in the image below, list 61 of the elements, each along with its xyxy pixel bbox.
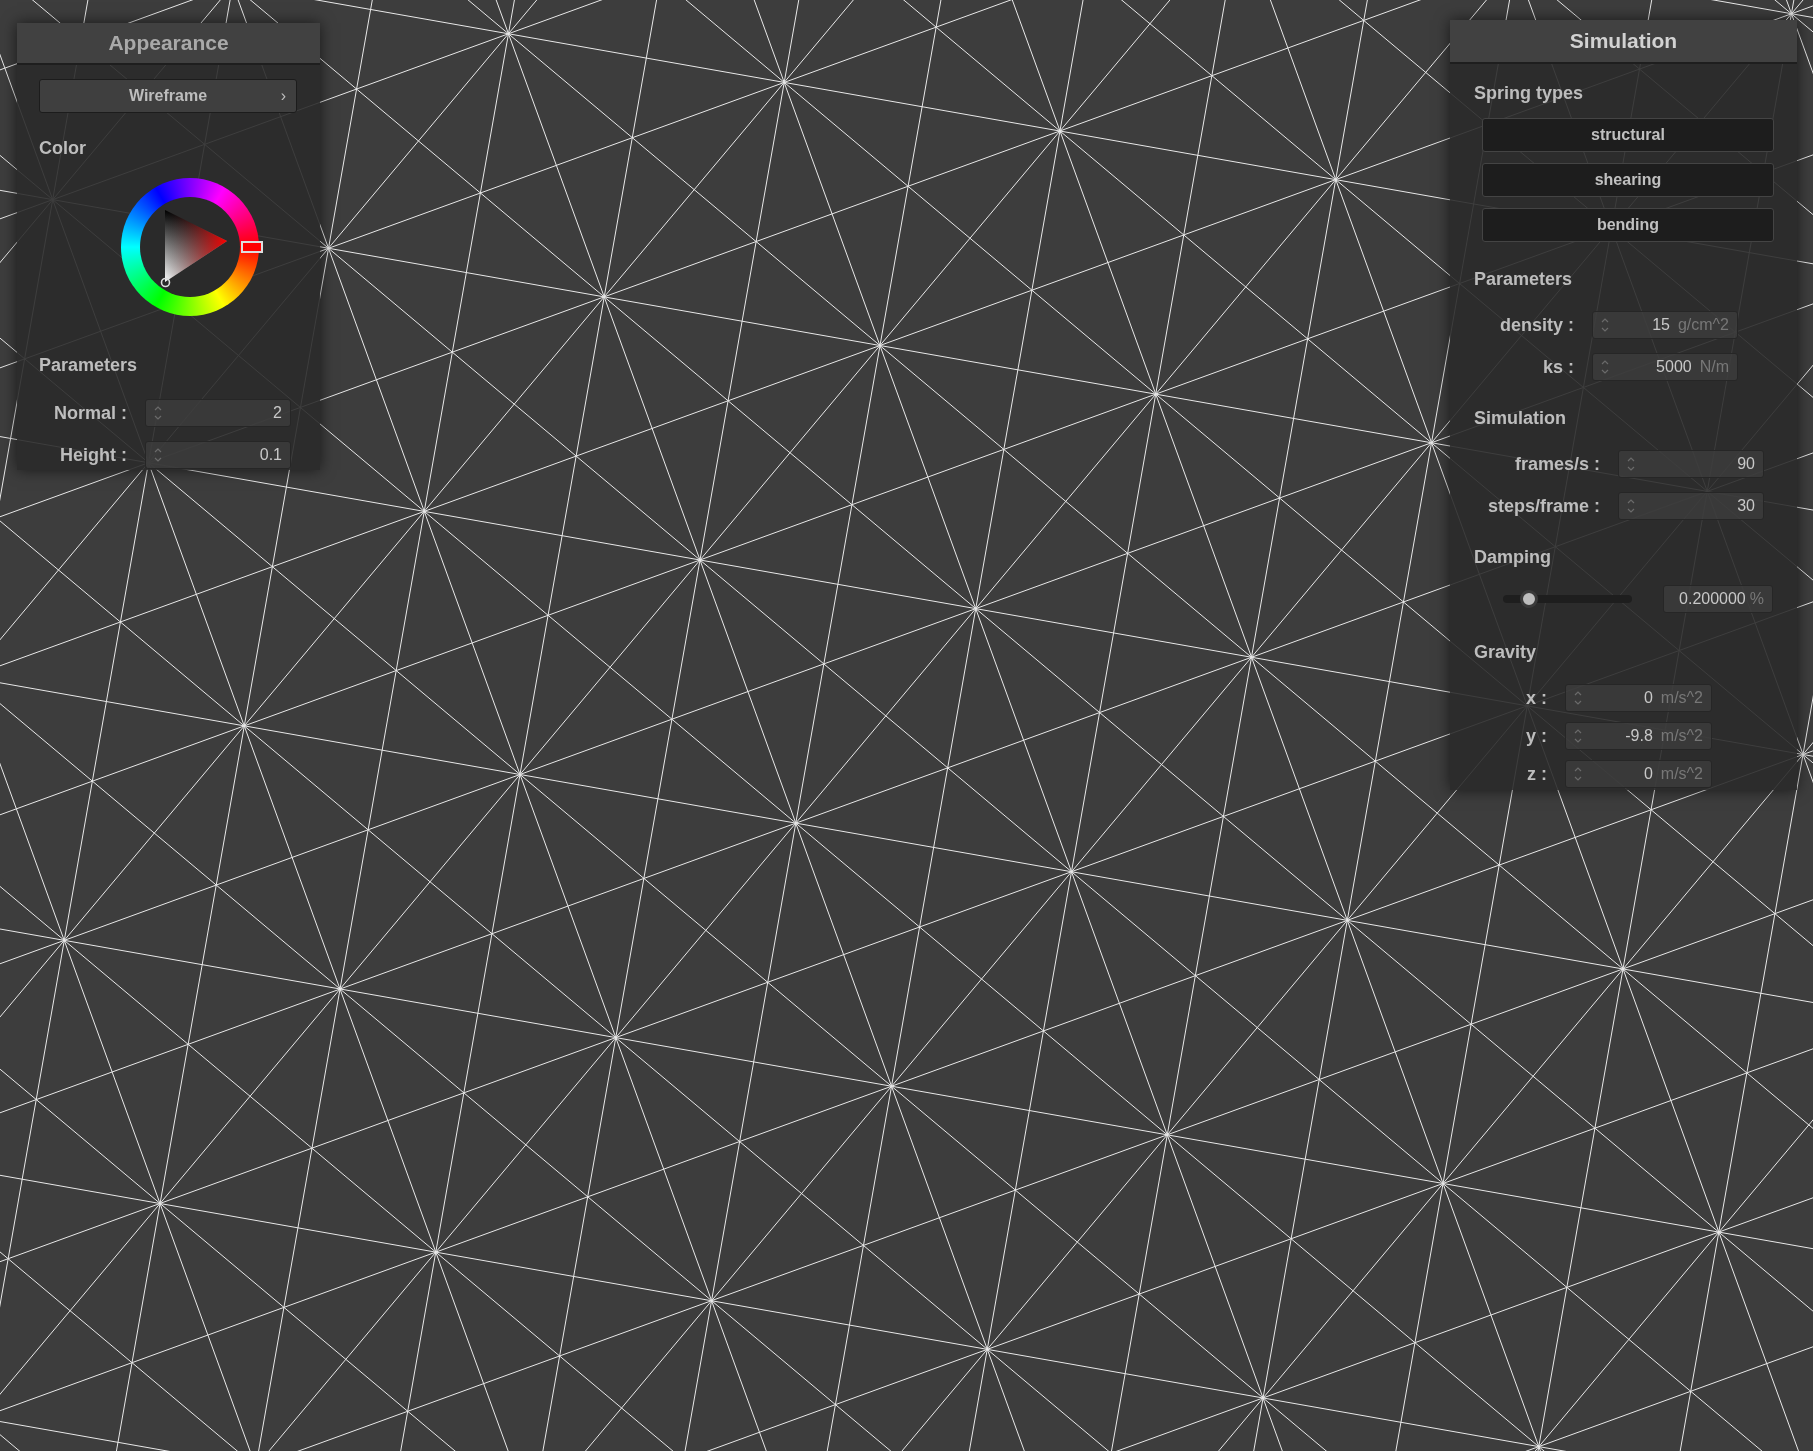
field-value: 0 [1642, 764, 1653, 784]
spinner-arrows-icon[interactable] [1574, 766, 1582, 782]
spinner-arrows-icon[interactable] [1574, 690, 1582, 706]
field-value: 0.1 [258, 445, 282, 465]
section-heading: Damping [1474, 547, 1551, 567]
field-value: 0.200000 [1679, 589, 1746, 609]
section-heading: Spring types [1474, 82, 1585, 105]
field-label: density : [1499, 313, 1574, 337]
field-label: Normal : [53, 401, 127, 425]
unit-label: m/s^2 [1660, 688, 1703, 708]
spinner-arrows-icon[interactable] [1627, 456, 1635, 472]
field-label: Height : [59, 443, 127, 467]
number-field[interactable]: 30 [1618, 492, 1764, 520]
field-value: 15 [1651, 315, 1670, 335]
field-value: 30 [1736, 496, 1755, 516]
unit-label: g/cm^2 [1677, 315, 1729, 335]
number-field[interactable]: 15 g/cm^2 [1592, 311, 1738, 339]
spinner-arrows-icon[interactable] [1627, 498, 1635, 514]
spring-type-button[interactable]: bending [1482, 208, 1774, 242]
slider-thumb[interactable] [1519, 590, 1538, 608]
spinner-arrows-icon[interactable] [154, 405, 162, 421]
number-field[interactable]: 5000 N/m [1592, 353, 1738, 381]
unit-label: N/m [1699, 357, 1729, 377]
number-field[interactable]: 2 [145, 399, 291, 427]
field-label: frames/s : [1513, 452, 1600, 476]
field-label: ks : [1541, 355, 1574, 379]
number-field[interactable]: 0.1 [145, 441, 291, 469]
section-heading: Parameters [39, 355, 138, 375]
field-value: 5000 [1655, 357, 1692, 377]
number-field[interactable]: 90 [1618, 450, 1764, 478]
field-value: 2 [272, 403, 282, 423]
spring-type-button[interactable]: structural [1482, 118, 1774, 152]
number-field[interactable]: 0 m/s^2 [1565, 684, 1712, 712]
spinner-arrows-icon[interactable] [154, 447, 162, 463]
spinner-arrows-icon[interactable] [1574, 728, 1582, 744]
field-label: z : [1526, 762, 1547, 786]
chevron-label: › [280, 86, 286, 106]
hue-marker[interactable] [241, 241, 263, 253]
field-value: 0 [1642, 688, 1653, 708]
field-label: y : [1525, 724, 1547, 748]
unit-label: % [1749, 589, 1764, 609]
spinner-arrows-icon[interactable] [1601, 359, 1609, 375]
field-label: x : [1525, 686, 1547, 710]
section-heading: Gravity [1474, 642, 1537, 662]
section-heading: Color [39, 138, 86, 158]
number-field[interactable]: -9.8 m/s^2 [1565, 722, 1712, 750]
unit-label: m/s^2 [1660, 764, 1703, 784]
number-field[interactable]: 0.200000 % [1663, 585, 1773, 613]
panel-title: Simulation [1569, 28, 1678, 55]
field-label: steps/frame : [1486, 494, 1600, 518]
mode-dropdown[interactable]: Wireframe › [39, 79, 297, 113]
section-heading: Simulation [1474, 408, 1566, 428]
section-heading: Parameters [1474, 269, 1573, 289]
selection-ring-icon[interactable] [160, 277, 171, 288]
unit-label: m/s^2 [1660, 726, 1703, 746]
panel-title: Appearance [108, 30, 229, 57]
number-field[interactable]: 0 m/s^2 [1565, 760, 1712, 788]
spring-type-button[interactable]: shearing [1482, 163, 1774, 197]
field-value: 90 [1736, 454, 1755, 474]
field-value: -9.8 [1624, 726, 1653, 746]
spinner-arrows-icon[interactable] [1601, 317, 1609, 333]
